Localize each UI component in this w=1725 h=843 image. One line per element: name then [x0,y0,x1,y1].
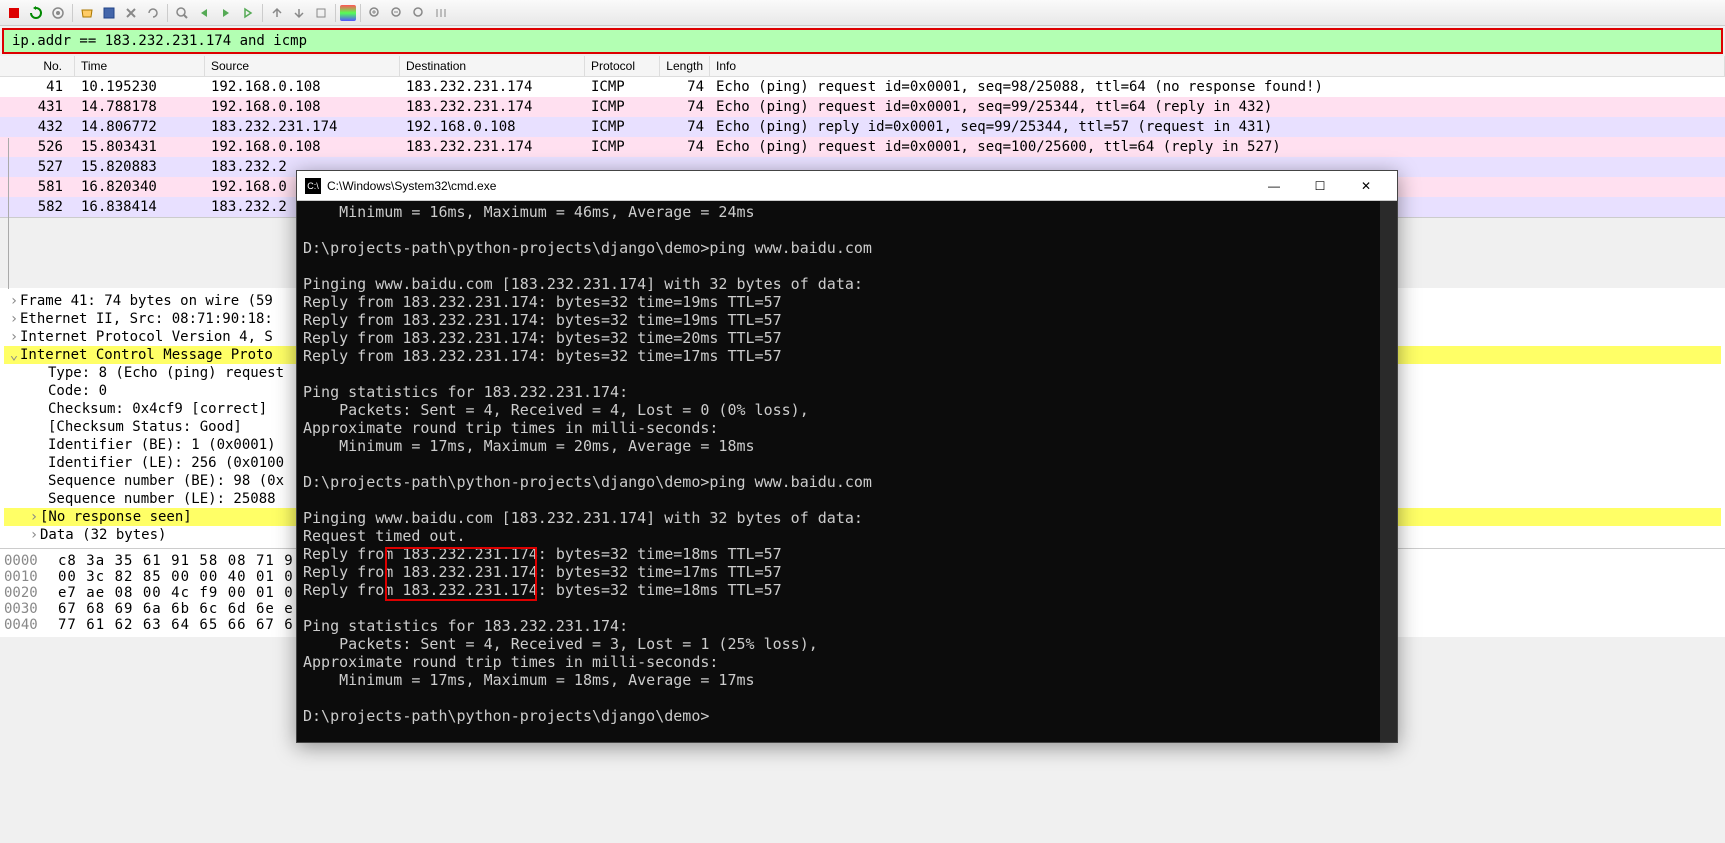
col-source[interactable]: Source [205,56,400,76]
find-icon[interactable] [172,3,192,23]
restart-icon[interactable] [26,3,46,23]
last-icon[interactable] [289,3,309,23]
col-destination[interactable]: Destination [400,56,585,76]
cmd-line [303,599,1374,617]
colorize-icon[interactable] [340,5,356,21]
main-toolbar [0,0,1725,26]
cmd-line: Packets: Sent = 4, Received = 4, Lost = … [303,401,1374,419]
tree-indicator [8,138,20,289]
chevron-right-icon[interactable]: › [28,527,40,543]
separator [335,4,336,22]
first-icon[interactable] [267,3,287,23]
cmd-icon: C:\ [305,178,321,194]
autoscroll-icon[interactable] [311,3,331,23]
cmd-line [303,221,1374,239]
stop-capture-icon[interactable] [4,3,24,23]
cmd-line: D:\projects-path\python-projects\django\… [303,473,1374,491]
cmd-line: D:\projects-path\python-projects\django\… [303,707,1374,725]
cmd-window[interactable]: C:\ C:\Windows\System32\cmd.exe — ☐ ✕ Mi… [296,170,1398,743]
chevron-right-icon[interactable]: › [28,509,40,525]
close-button[interactable]: ✕ [1343,171,1389,201]
cmd-line [303,455,1374,473]
cmd-line: Reply from 183.232.231.174: bytes=32 tim… [303,293,1374,311]
packet-list-header: No. Time Source Destination Protocol Len… [0,56,1725,77]
cmd-line: Reply from 183.232.231.174: bytes=32 tim… [303,329,1374,347]
highlight-box [385,547,537,601]
next-icon[interactable] [216,3,236,23]
col-time[interactable]: Time [75,56,205,76]
cmd-scrollbar[interactable] [1380,201,1397,742]
reload-icon[interactable] [143,3,163,23]
chevron-right-icon[interactable]: › [8,329,20,345]
cmd-title-text: C:\Windows\System32\cmd.exe [327,179,1251,193]
chevron-down-icon[interactable]: ⌄ [8,347,20,363]
separator [167,4,168,22]
cmd-line: Minimum = 17ms, Maximum = 20ms, Average … [303,437,1374,455]
chevron-right-icon[interactable]: › [8,311,20,327]
cmd-line: Packets: Sent = 4, Received = 3, Lost = … [303,635,1374,653]
resize-cols-icon[interactable] [431,3,451,23]
cmd-line: Reply from 183.232.231.174: bytes=32 tim… [303,347,1374,365]
separator [262,4,263,22]
cmd-line [303,257,1374,275]
cmd-line: Pinging www.baidu.com [183.232.231.174] … [303,509,1374,527]
zoom-reset-icon[interactable] [409,3,429,23]
cmd-line: Reply from 183.232.231.174: bytes=32 tim… [303,311,1374,329]
open-icon[interactable] [77,3,97,23]
col-length[interactable]: Length [660,56,710,76]
zoom-out-icon[interactable] [387,3,407,23]
cmd-line: Approximate round trip times in milli-se… [303,653,1374,671]
col-info[interactable]: Info [710,56,1725,76]
cmd-titlebar[interactable]: C:\ C:\Windows\System32\cmd.exe — ☐ ✕ [297,171,1397,201]
close-file-icon[interactable] [121,3,141,23]
chevron-right-icon[interactable]: › [8,293,20,309]
display-filter-input[interactable]: ip.addr == 183.232.231.174 and icmp [2,28,1723,54]
packet-row[interactable]: 52615.803431192.168.0.108183.232.231.174… [0,137,1725,157]
packet-row[interactable]: 43214.806772183.232.231.174192.168.0.108… [0,117,1725,137]
jump-icon[interactable] [238,3,258,23]
cmd-line: Approximate round trip times in milli-se… [303,419,1374,437]
cmd-line: Pinging www.baidu.com [183.232.231.174] … [303,275,1374,293]
options-icon[interactable] [48,3,68,23]
packet-row[interactable]: 43114.788178192.168.0.108183.232.231.174… [0,97,1725,117]
cmd-line: Ping statistics for 183.232.231.174: [303,383,1374,401]
cmd-output[interactable]: Minimum = 16ms, Maximum = 46ms, Average … [297,201,1380,742]
zoom-in-icon[interactable] [365,3,385,23]
cmd-line: Request timed out. [303,527,1374,545]
cmd-line: Minimum = 17ms, Maximum = 18ms, Average … [303,671,1374,689]
cmd-line [303,491,1374,509]
col-no[interactable]: No. [0,56,75,76]
col-protocol[interactable]: Protocol [585,56,660,76]
cmd-line [303,365,1374,383]
save-icon[interactable] [99,3,119,23]
maximize-button[interactable]: ☐ [1297,171,1343,201]
prev-icon[interactable] [194,3,214,23]
cmd-line [303,689,1374,707]
cmd-line: Ping statistics for 183.232.231.174: [303,617,1374,635]
cmd-line: D:\projects-path\python-projects\django\… [303,239,1374,257]
separator [72,4,73,22]
separator [360,4,361,22]
packet-row[interactable]: 4110.195230192.168.0.108183.232.231.174I… [0,77,1725,97]
cmd-line: Minimum = 16ms, Maximum = 46ms, Average … [303,203,1374,221]
minimize-button[interactable]: — [1251,171,1297,201]
